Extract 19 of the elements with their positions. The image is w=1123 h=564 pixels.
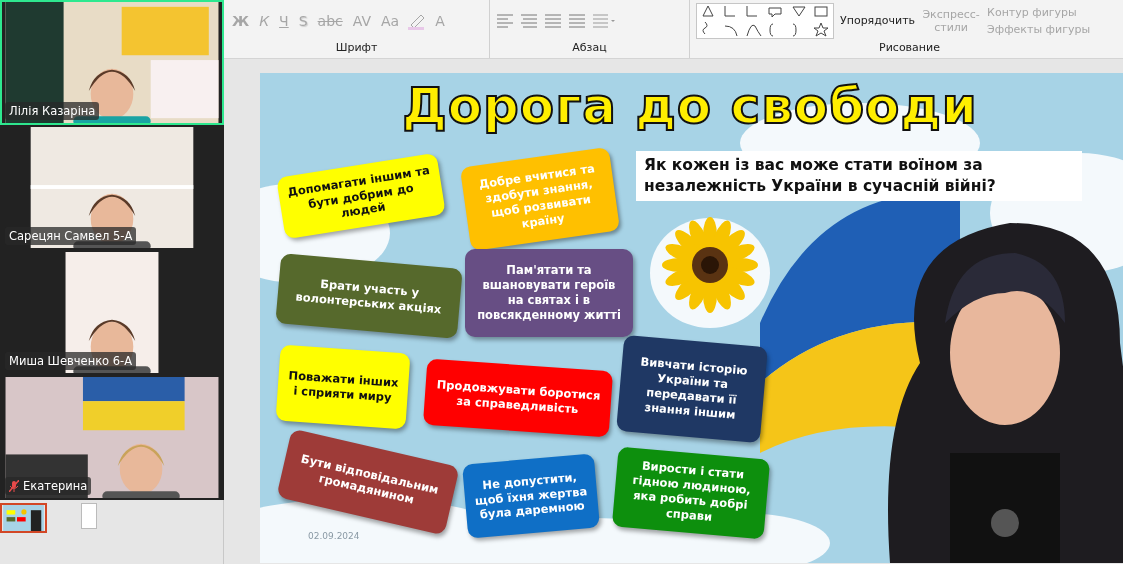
align-icon[interactable] — [544, 13, 562, 28]
align-icon[interactable] — [496, 13, 514, 28]
shapes-gallery[interactable] — [696, 2, 834, 39]
question-text: Як кожен із вас може стати воїном за незалежність України в сучасній війні? — [636, 151, 1082, 201]
group-label: Абзац — [571, 41, 608, 56]
participant-name: Сарецян Самвел 5-А — [5, 227, 137, 245]
scrollbar-thumb[interactable] — [81, 503, 97, 529]
align-icon[interactable] — [520, 13, 538, 28]
columns-icon[interactable] — [592, 13, 616, 28]
group-label: Шрифт — [334, 41, 379, 56]
slide-thumbnail[interactable] — [0, 503, 47, 533]
group-label: Рисование — [878, 41, 941, 56]
participant-name: Лілія Казаріна — [5, 102, 100, 120]
participant-name: Миша Шевченко 6-А — [5, 352, 137, 370]
participant-name: Екатерина — [5, 477, 92, 495]
align-icon[interactable] — [568, 13, 586, 28]
arrange-button[interactable]: Упорядочить — [840, 14, 916, 27]
slide-title: Дорога до свободи — [401, 77, 979, 135]
idea-card: Пам'ятати та вшановувати героїв на святах і в повсякденному житті — [465, 249, 633, 337]
